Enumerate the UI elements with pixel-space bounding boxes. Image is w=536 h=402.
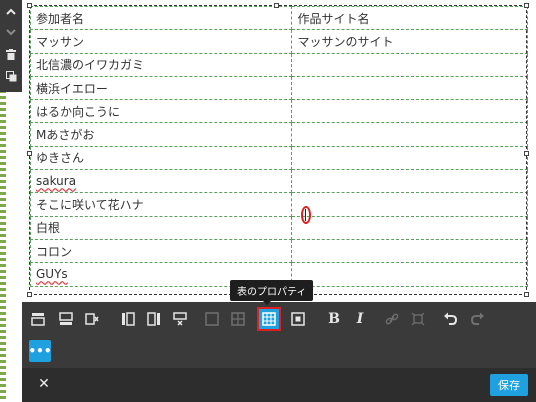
table-row: sakura bbox=[29, 169, 528, 194]
tooltip: 表のプロパティ bbox=[230, 280, 314, 305]
table-toolbar: B I ••• bbox=[22, 302, 536, 368]
table-row: コロン bbox=[29, 238, 528, 264]
italic-icon: I bbox=[356, 311, 364, 327]
table-properties-icon bbox=[262, 312, 276, 326]
insert-column-right-button[interactable] bbox=[144, 309, 164, 329]
move-down-button[interactable] bbox=[0, 22, 22, 42]
table-row: はるか向こうに bbox=[29, 99, 528, 124]
table-row: 横浜イエロー bbox=[29, 75, 528, 101]
bold-icon: B bbox=[328, 311, 340, 327]
table-cell[interactable]: ゆきさん bbox=[29, 145, 293, 171]
table-cell[interactable]: マッサン bbox=[29, 29, 293, 54]
split-cell-button[interactable] bbox=[228, 309, 248, 329]
column-left-icon bbox=[122, 312, 135, 326]
table-cell[interactable] bbox=[291, 169, 528, 194]
close-icon: ✕ bbox=[38, 376, 50, 392]
table-header-cell[interactable]: 参加者名 bbox=[29, 5, 293, 31]
chevron-up-icon bbox=[6, 8, 16, 15]
table-cell[interactable]: sakura bbox=[29, 169, 293, 194]
editor-area: 参加者名 作品サイト名 マッサン マッサンのサイト 北信濃のイワカガミ 横浜イエロー… bbox=[22, 0, 536, 302]
resize-handle[interactable] bbox=[27, 3, 32, 8]
link-button[interactable] bbox=[382, 309, 402, 329]
table-cell[interactable]: コロン bbox=[29, 238, 293, 264]
table-row: 北信濃のイワカガミ bbox=[29, 52, 528, 77]
text-cursor bbox=[305, 209, 306, 221]
table-cell[interactable]: 横浜イエロー bbox=[29, 75, 293, 101]
table-row: 参加者名 作品サイト名 bbox=[29, 5, 528, 31]
table-cell[interactable]: はるか向こうに bbox=[29, 99, 293, 124]
table-header-cell[interactable]: 作品サイト名 bbox=[291, 5, 528, 31]
move-up-button[interactable] bbox=[0, 2, 22, 22]
unlink-icon bbox=[411, 312, 425, 326]
table-cell[interactable] bbox=[291, 215, 528, 240]
italic-button[interactable]: I bbox=[350, 309, 370, 329]
table-row: そこに咲いて花ハナ bbox=[29, 192, 528, 217]
participants-table: 参加者名 作品サイト名 マッサン マッサンのサイト 北信濃のイワカガミ 横浜イエロー… bbox=[29, 5, 528, 287]
footer-bar: ✕ 保存 bbox=[22, 368, 536, 402]
row-delete-icon bbox=[85, 313, 99, 325]
spellcheck-word: sakura bbox=[36, 174, 77, 189]
resize-handle[interactable] bbox=[27, 292, 32, 297]
redo-button[interactable] bbox=[468, 309, 488, 329]
table-cell[interactable]: 北信濃のイワカガミ bbox=[29, 52, 293, 77]
unlink-button[interactable] bbox=[408, 309, 428, 329]
table-row: マッサン マッサンのサイト bbox=[29, 29, 528, 54]
table-cell[interactable] bbox=[291, 75, 528, 101]
row-above-icon bbox=[31, 313, 45, 326]
table-cell[interactable]: マッサンのサイト bbox=[291, 29, 528, 54]
table-container: 参加者名 作品サイト名 マッサン マッサンのサイト 北信濃のイワカガミ 横浜イエロー… bbox=[27, 3, 536, 297]
more-options-button[interactable]: ••• bbox=[28, 340, 52, 362]
close-button[interactable]: ✕ bbox=[36, 376, 52, 392]
table-cell[interactable] bbox=[291, 238, 528, 264]
table-cell[interactable]: 白根 bbox=[29, 215, 293, 240]
column-delete-icon bbox=[173, 312, 187, 326]
duplicate-block-button[interactable] bbox=[0, 66, 22, 86]
resize-handle[interactable] bbox=[524, 151, 529, 156]
split-cell-icon bbox=[231, 312, 245, 326]
chevron-down-icon bbox=[6, 29, 16, 36]
column-right-icon bbox=[147, 312, 160, 326]
table-cell[interactable] bbox=[291, 122, 528, 147]
insert-row-above-button[interactable] bbox=[28, 309, 48, 329]
table-cell[interactable] bbox=[291, 52, 528, 77]
merge-cells-button[interactable] bbox=[202, 309, 222, 329]
undo-button[interactable] bbox=[440, 309, 460, 329]
table-row: ゆきさん bbox=[29, 145, 528, 171]
table-cell[interactable] bbox=[291, 145, 528, 171]
table-row: 白根 bbox=[29, 215, 528, 240]
cell-properties-icon bbox=[291, 312, 305, 326]
block-sidebar bbox=[0, 0, 22, 92]
resize-handle[interactable] bbox=[524, 3, 529, 8]
spellcheck-word: GUYs bbox=[36, 267, 68, 282]
table-cell[interactable] bbox=[291, 99, 528, 124]
resize-handle[interactable] bbox=[524, 292, 529, 297]
cursor-highlight bbox=[301, 206, 311, 224]
save-button[interactable]: 保存 bbox=[490, 374, 528, 396]
insert-column-left-button[interactable] bbox=[118, 309, 138, 329]
more-icon: ••• bbox=[28, 344, 52, 358]
resize-handle[interactable] bbox=[274, 3, 279, 8]
table-properties-button[interactable] bbox=[257, 307, 281, 331]
resize-handle[interactable] bbox=[27, 151, 32, 156]
merge-cells-icon bbox=[205, 312, 219, 326]
delete-column-button[interactable] bbox=[170, 309, 190, 329]
table-cell-active[interactable] bbox=[291, 192, 528, 217]
insert-row-below-button[interactable] bbox=[56, 309, 76, 329]
cell-properties-button[interactable] bbox=[288, 309, 308, 329]
table-row: Mあさがお bbox=[29, 122, 528, 147]
trash-icon bbox=[6, 48, 16, 60]
table-cell[interactable] bbox=[291, 262, 528, 287]
delete-row-button[interactable] bbox=[82, 309, 102, 329]
row-below-icon bbox=[59, 312, 73, 325]
table-cell[interactable]: Mあさがお bbox=[29, 122, 293, 147]
redo-icon bbox=[471, 312, 484, 325]
link-icon bbox=[385, 313, 399, 325]
undo-icon bbox=[444, 312, 457, 325]
delete-block-button[interactable] bbox=[0, 44, 22, 64]
table-cell[interactable]: そこに咲いて花ハナ bbox=[29, 192, 293, 217]
bold-button[interactable]: B bbox=[324, 309, 344, 329]
copy-icon bbox=[5, 70, 16, 81]
